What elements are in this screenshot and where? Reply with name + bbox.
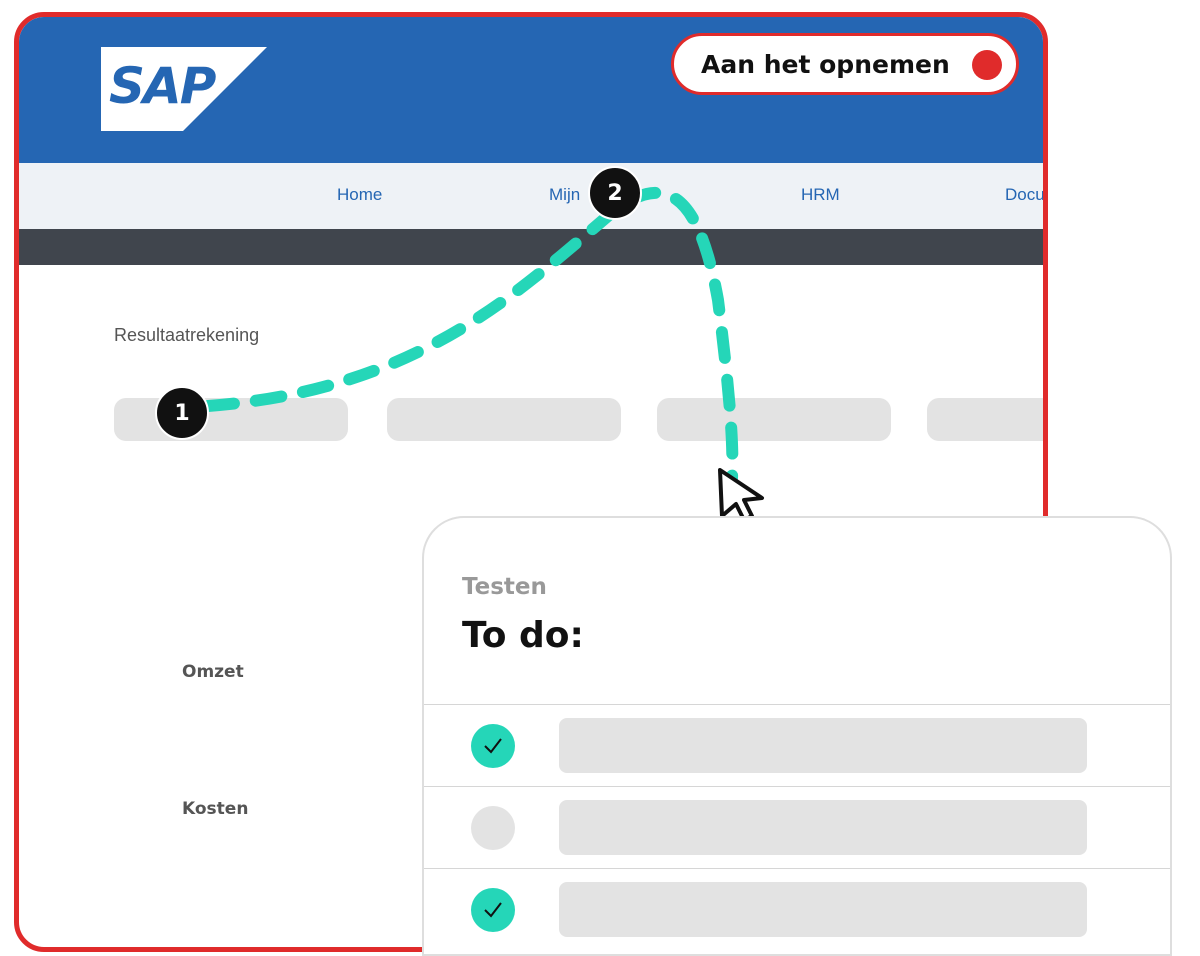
checkmark-icon <box>484 738 502 754</box>
panel-subtitle: Testen <box>462 574 547 600</box>
todo-item <box>424 704 1170 787</box>
todo-checkbox-open[interactable] <box>471 806 515 850</box>
nav-item-home[interactable]: Home <box>337 185 382 205</box>
report-tile-1[interactable] <box>114 398 348 441</box>
row-label-omzet: Omzet <box>182 662 244 682</box>
recording-indicator[interactable]: Aan het opnemen <box>671 33 1019 95</box>
todo-item <box>424 786 1170 869</box>
sap-header: SAP Aan het opnemen <box>19 17 1043 163</box>
report-tile-3[interactable] <box>657 398 891 441</box>
toolbar-strip <box>19 229 1043 265</box>
report-tile-4[interactable] <box>927 398 1043 441</box>
step-badge-1: 1 <box>155 386 209 440</box>
panel-title: To do: <box>462 615 584 656</box>
todo-item-placeholder <box>559 718 1087 773</box>
recording-label: Aan het opnemen <box>701 49 950 79</box>
todo-checkbox-done[interactable] <box>471 724 515 768</box>
todo-item <box>424 868 1170 951</box>
nav-item-docu[interactable]: Docu <box>1005 185 1043 205</box>
checkmark-icon <box>484 902 502 918</box>
nav-item-mijn[interactable]: Mijn <box>549 185 580 205</box>
cursor-arrow-icon <box>716 466 768 522</box>
step-badge-2: 2 <box>588 166 642 220</box>
sap-logo-text: SAP <box>109 57 216 115</box>
todo-item-placeholder <box>559 800 1087 855</box>
record-dot-icon <box>972 50 1002 80</box>
todo-panel: Testen To do: <box>422 516 1172 956</box>
main-nav: Home Mijn HRM Docu <box>19 163 1043 229</box>
todo-checkbox-done[interactable] <box>471 888 515 932</box>
row-label-kosten: Kosten <box>182 799 249 819</box>
page-title: Resultaatrekening <box>114 325 260 345</box>
nav-item-hrm[interactable]: HRM <box>801 185 840 205</box>
sap-logo[interactable]: SAP <box>101 47 267 131</box>
report-tile-2[interactable] <box>387 398 621 441</box>
todo-item-placeholder <box>559 882 1087 937</box>
